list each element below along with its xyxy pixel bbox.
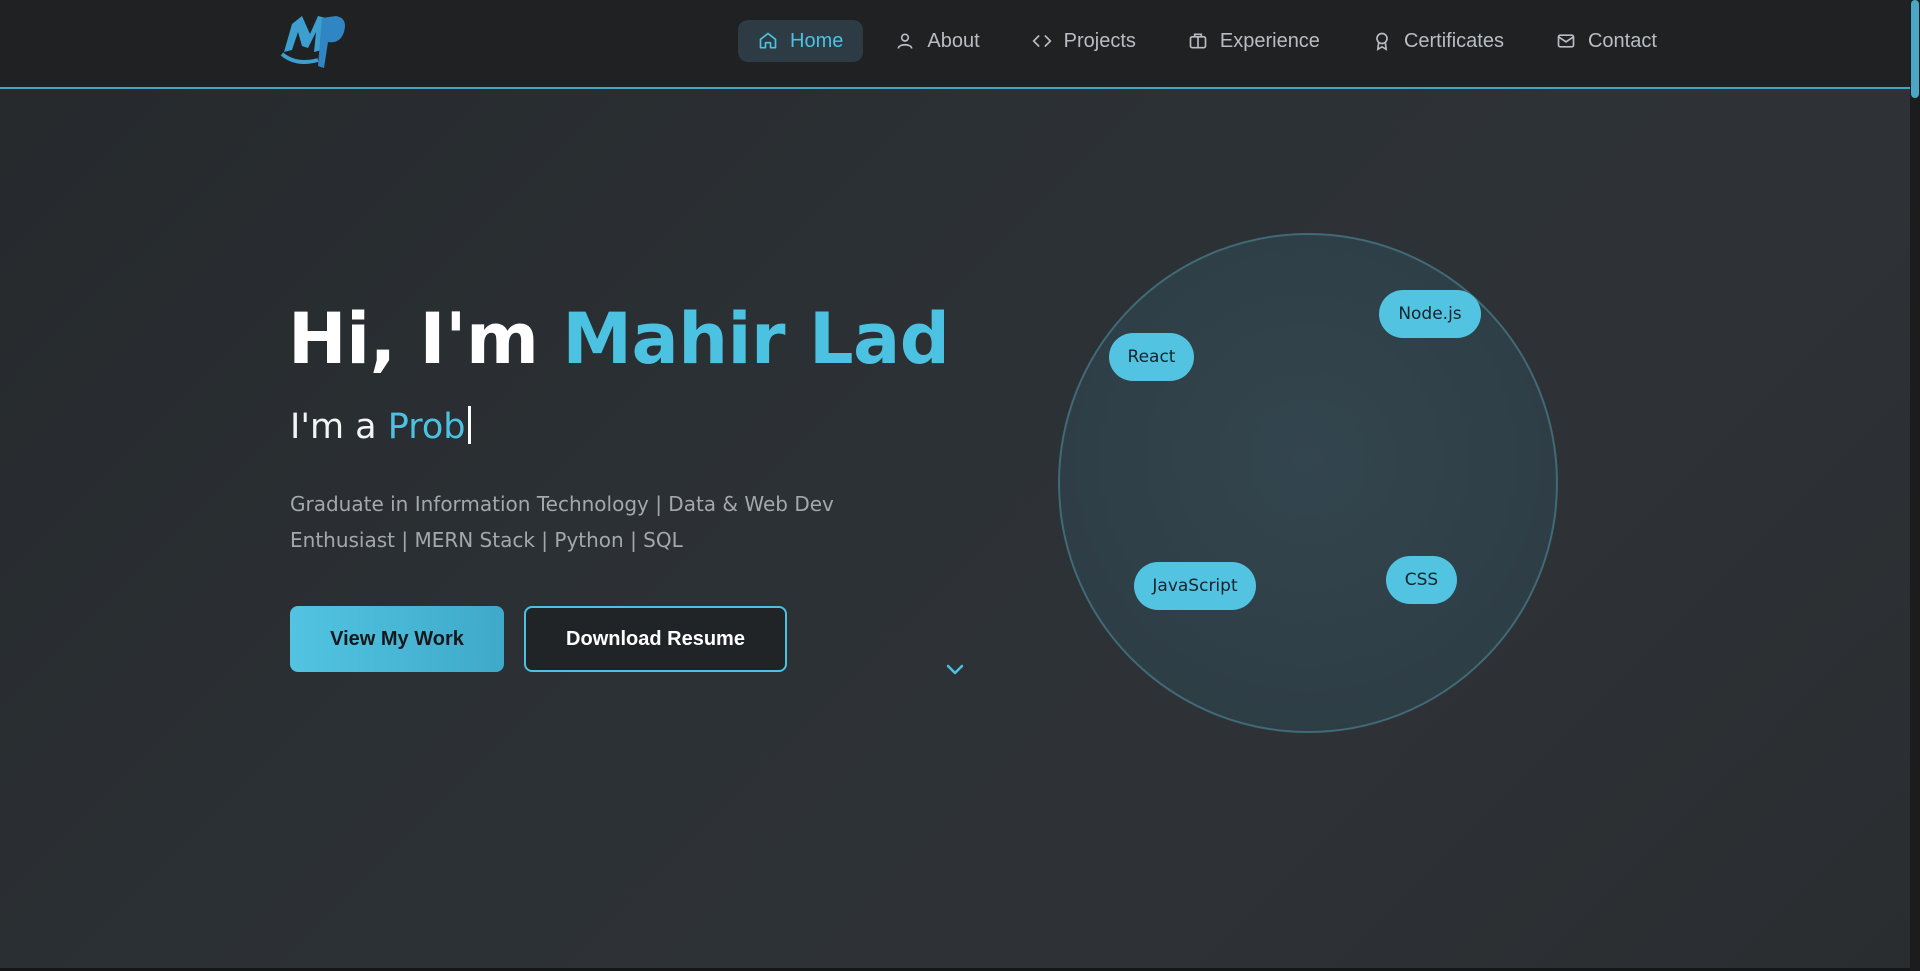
main-nav: Home About Projects Experience Certifica… — [738, 19, 1689, 63]
skill-badge-css: CSS — [1386, 556, 1457, 604]
nav-label: Projects — [1063, 29, 1136, 52]
hero-name: Mahir Lad — [562, 298, 950, 380]
typed-text: Prob — [387, 407, 466, 447]
skill-badge-react: React — [1109, 333, 1194, 381]
award-icon — [1372, 31, 1392, 51]
hero-description: Graduate in Information Technology | Dat… — [290, 492, 834, 552]
nav-item-projects[interactable]: Projects — [1012, 20, 1156, 62]
site-header: MP Home About Projects — [0, 0, 1910, 89]
hero-greeting: Hi, I'm — [288, 298, 563, 380]
nav-label: Experience — [1219, 29, 1320, 52]
nav-label: Contact — [1587, 29, 1657, 52]
scrollbar-thumb[interactable] — [1911, 0, 1919, 98]
skill-badge-nodejs: Node.js — [1379, 290, 1481, 338]
subtitle-prefix: I'm a — [290, 407, 388, 447]
nav-item-contact[interactable]: Contact — [1536, 20, 1677, 62]
download-resume-button[interactable]: Download Resume — [524, 606, 787, 672]
skills-orbit — [1058, 233, 1558, 733]
typing-caret — [467, 406, 471, 444]
nav-label: About — [927, 29, 980, 52]
nav-label: Certificates — [1403, 29, 1504, 52]
hero-subtitle: I'm a Prob — [290, 406, 471, 447]
nav-item-about[interactable]: About — [875, 20, 999, 62]
briefcase-icon — [1188, 31, 1208, 51]
logo[interactable]: MP — [278, 10, 348, 72]
user-icon — [895, 31, 915, 51]
chevron-down-icon[interactable] — [943, 657, 967, 681]
page: MP Home About Projects — [0, 0, 1910, 969]
home-icon — [758, 31, 778, 51]
skill-badge-javascript: JavaScript — [1134, 562, 1256, 610]
hero-title: Hi, I'm Mahir Lad — [288, 298, 950, 380]
code-icon — [1032, 31, 1052, 51]
nav-item-experience[interactable]: Experience — [1168, 20, 1340, 62]
mail-icon — [1556, 31, 1576, 51]
scrollbar[interactable] — [1910, 0, 1920, 971]
nav-item-certificates[interactable]: Certificates — [1352, 20, 1524, 62]
view-my-work-button[interactable]: View My Work — [290, 606, 504, 672]
nav-item-home[interactable]: Home — [738, 20, 864, 62]
nav-label: Home — [790, 29, 844, 52]
